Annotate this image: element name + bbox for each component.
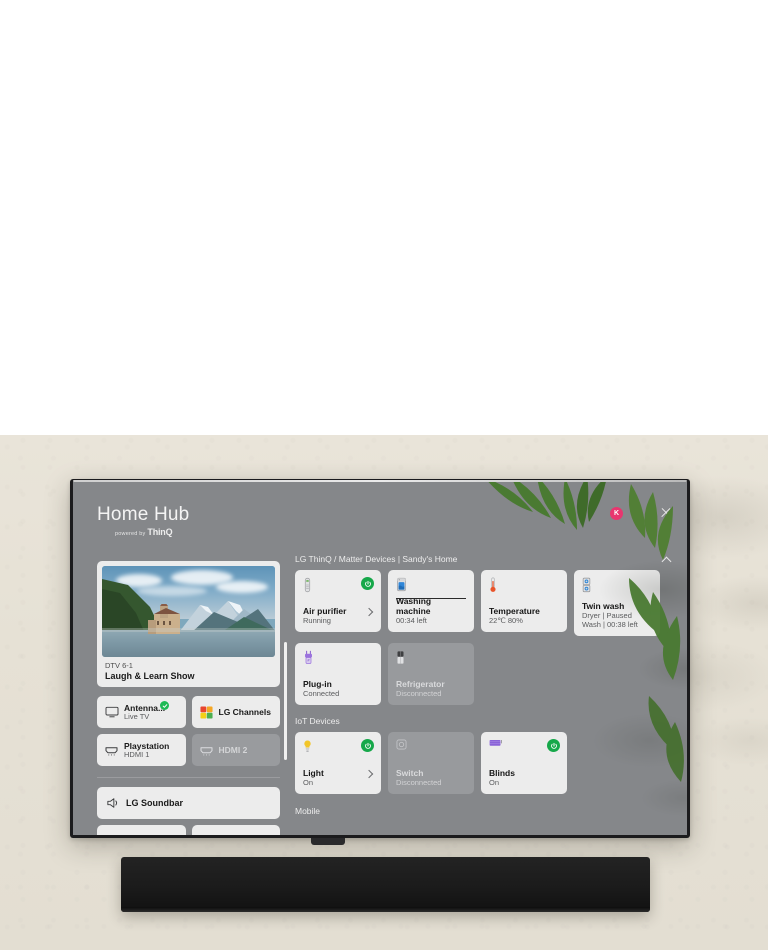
input-sources-grid: Antenna... Live TV LG Channels Playstati…: [97, 696, 280, 766]
section-title-mobile: Mobile: [295, 806, 321, 816]
device-name: Temperature: [489, 606, 540, 617]
preview-thumbnail: [102, 566, 275, 657]
device-name: Washing machine: [396, 596, 432, 617]
lg-channels-icon: [199, 705, 214, 719]
device-name: Refrigerator: [396, 679, 445, 690]
more-sources-row: [97, 825, 280, 835]
source-sublabel: Live TV: [124, 711, 150, 721]
sources-panel: DTV 6-1 Laugh & Learn Show Antenna... Li…: [97, 561, 280, 835]
program-title: Laugh & Learn Show: [105, 671, 195, 681]
chevron-right-icon[interactable]: [366, 609, 373, 616]
white-backdrop: [0, 0, 768, 435]
home-hub-ui: Home Hub powered by ThinQ K DTV 6-1 Laug…: [73, 482, 687, 835]
washer-icon: [396, 577, 467, 596]
power-toggle[interactable]: [547, 739, 560, 752]
device-status: Disconnected: [396, 778, 442, 788]
television: Home Hub powered by ThinQ K DTV 6-1 Laug…: [70, 479, 690, 838]
more-options-icon[interactable]: [640, 508, 642, 518]
device-status: Disconnected: [396, 689, 442, 699]
section-title-iot: IoT Devices: [295, 716, 340, 726]
thinq-device-row-2: # Plug-in Connected Refrigerator Disconn…: [295, 643, 677, 705]
device-name: Twin wash: [582, 600, 625, 611]
device-card-temperature[interactable]: Temperature 22℃ 80%: [481, 570, 567, 632]
device-name: Blinds: [489, 768, 515, 779]
source-antenna[interactable]: Antenna... Live TV: [97, 696, 186, 728]
header-actions: K: [610, 506, 673, 520]
source-label: HDMI 2: [218, 744, 248, 755]
audio-device-label: LG Soundbar: [126, 798, 183, 808]
iot-device-row: Light On Switch Disconnected Blinds On: [295, 732, 677, 794]
thinq-brand: ThinQ: [147, 527, 173, 537]
source-sublabel: HDMI 1: [124, 749, 150, 759]
devices-panel: LG ThinQ / Matter Devices | Sandy's Home: [295, 554, 677, 822]
divider: [97, 777, 280, 778]
device-status: Connected: [303, 689, 340, 699]
device-status: On: [303, 778, 314, 788]
device-card-plug-in[interactable]: # Plug-in Connected: [295, 643, 381, 705]
check-icon: [160, 701, 169, 710]
twin-wash-icon: [582, 577, 653, 596]
power-toggle[interactable]: [361, 739, 374, 752]
switch-icon: [396, 739, 467, 758]
app-header: Home Hub powered by ThinQ: [97, 504, 189, 537]
soundbar: [121, 857, 650, 912]
powered-by-label: powered by: [115, 531, 146, 537]
audio-device-card[interactable]: LG Soundbar: [97, 787, 280, 819]
device-card-refrigerator[interactable]: Refrigerator Disconnected: [388, 643, 474, 705]
source-lg-channels[interactable]: LG Channels: [191, 696, 280, 728]
device-status: 22℃ 80%: [489, 616, 523, 626]
section-title: LG ThinQ / Matter Devices | Sandy's Home: [295, 554, 458, 564]
device-name: Light: [303, 768, 324, 779]
chevron-right-icon[interactable]: [366, 771, 373, 778]
close-icon[interactable]: [659, 506, 673, 520]
hdmi-icon: [104, 745, 119, 756]
preview-meta: DTV 6-1 Laugh & Learn Show: [102, 657, 275, 681]
device-status: On: [489, 778, 500, 788]
device-card-blinds[interactable]: Blinds On: [481, 732, 567, 794]
device-name: Air purifier: [303, 606, 347, 617]
now-playing-card[interactable]: DTV 6-1 Laugh & Learn Show: [97, 561, 280, 687]
device-card-air-purifier[interactable]: Air purifier Running: [295, 570, 381, 632]
hdmi-icon: [199, 745, 214, 756]
tv-screen: Home Hub powered by ThinQ K DTV 6-1 Laug…: [73, 482, 687, 835]
fridge-icon: [396, 650, 467, 669]
device-card-switch[interactable]: Switch Disconnected: [388, 732, 474, 794]
scene: Home Hub powered by ThinQ K DTV 6-1 Laug…: [0, 0, 768, 950]
thinq-device-row-1: Air purifier Running Washing machine 00:…: [295, 570, 677, 636]
tv-stand: [311, 838, 345, 845]
speaker-icon: [106, 797, 120, 809]
plug-icon: #: [303, 650, 374, 669]
powered-by-thinq: powered by ThinQ: [115, 527, 189, 537]
device-name: Switch: [396, 768, 424, 779]
tv-icon: [104, 706, 119, 718]
source-playstation[interactable]: Playstation HDMI 1: [97, 734, 186, 766]
chevron-up-icon[interactable]: [662, 555, 671, 564]
power-toggle[interactable]: [361, 577, 374, 590]
source-hdmi2[interactable]: HDMI 2: [191, 734, 280, 766]
section-header-thinq: LG ThinQ / Matter Devices | Sandy's Home: [295, 554, 677, 564]
device-status: 00:34 left: [396, 616, 427, 626]
device-card-washing-machine[interactable]: Washing machine 00:34 left: [388, 570, 474, 632]
source-card-partial[interactable]: [97, 825, 186, 835]
source-label: LG Channels: [218, 706, 271, 717]
device-status: Dryer | Paused Wash | 00:38 left: [582, 610, 638, 630]
device-card-twin-wash[interactable]: Twin wash Dryer | Paused Wash | 00:38 le…: [574, 570, 660, 636]
source-card-partial[interactable]: [191, 825, 280, 835]
device-card-light[interactable]: Light On: [295, 732, 381, 794]
device-name: Plug-in: [303, 679, 332, 690]
progress-bar: [396, 598, 466, 600]
sidebar-scrollbar[interactable]: [284, 642, 287, 760]
avatar[interactable]: K: [610, 506, 623, 520]
page-title: Home Hub: [97, 504, 190, 525]
channel-label: DTV 6-1: [105, 661, 133, 670]
device-status: Running: [303, 616, 331, 626]
thermometer-icon: [489, 577, 560, 596]
